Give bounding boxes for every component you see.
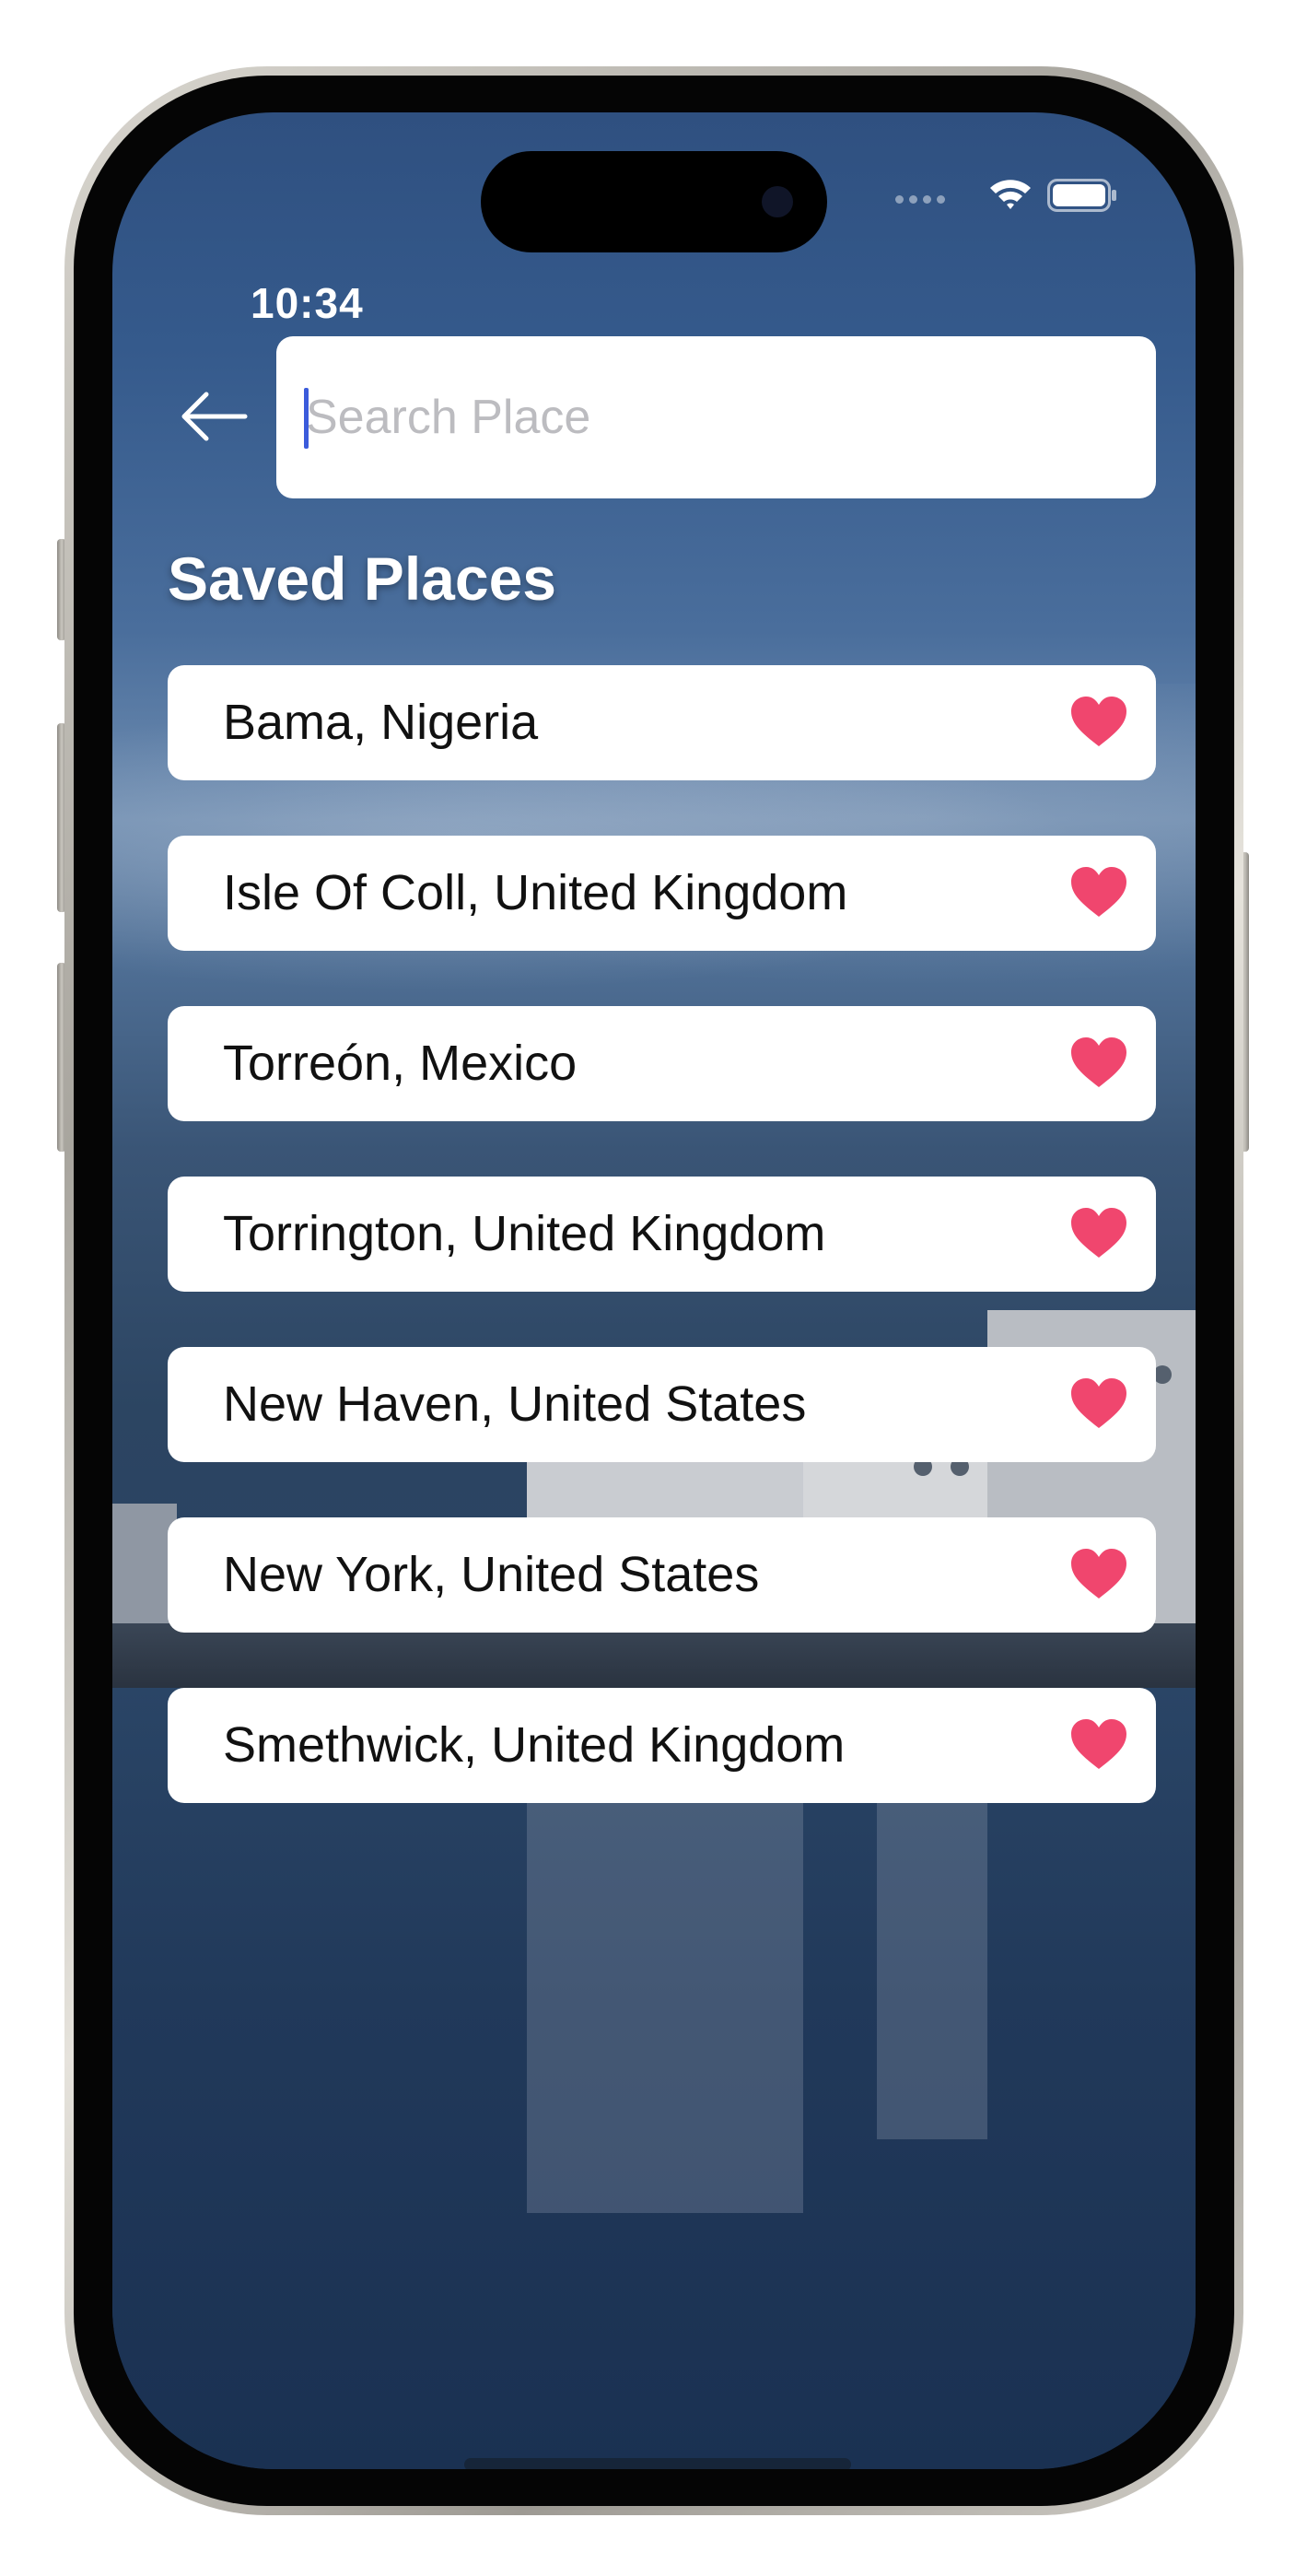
saved-place-item[interactable]: Bama, Nigeria bbox=[168, 665, 1156, 780]
arrow-left-icon bbox=[181, 392, 248, 441]
place-name: New York, United States bbox=[223, 1547, 760, 1602]
saved-place-item[interactable]: Isle Of Coll, United Kingdom bbox=[168, 836, 1156, 951]
place-name: Smethwick, United Kingdom bbox=[223, 1717, 846, 1773]
cellular-dots-icon bbox=[895, 195, 945, 204]
heart-icon[interactable] bbox=[1069, 1717, 1128, 1771]
heart-icon[interactable] bbox=[1069, 695, 1128, 748]
saved-place-item[interactable]: Torreón, Mexico bbox=[168, 1006, 1156, 1121]
back-button[interactable] bbox=[168, 370, 260, 463]
dynamic-island bbox=[481, 151, 827, 252]
place-name: Isle Of Coll, United Kingdom bbox=[223, 865, 848, 920]
text-caret bbox=[304, 388, 309, 449]
front-camera bbox=[762, 186, 793, 217]
saved-place-item[interactable]: New York, United States bbox=[168, 1517, 1156, 1633]
wifi-icon bbox=[990, 180, 1031, 209]
battery-icon bbox=[1047, 179, 1116, 212]
place-name: Torreón, Mexico bbox=[223, 1036, 578, 1091]
search-field[interactable] bbox=[276, 336, 1156, 498]
heart-icon[interactable] bbox=[1069, 1036, 1128, 1089]
saved-place-item[interactable]: New Haven, United States bbox=[168, 1347, 1156, 1462]
heart-icon[interactable] bbox=[1069, 865, 1128, 919]
place-name: Torrington, United Kingdom bbox=[223, 1206, 826, 1261]
search-input[interactable] bbox=[306, 336, 1116, 498]
heart-icon[interactable] bbox=[1069, 1206, 1128, 1259]
status-icons bbox=[895, 168, 1162, 223]
status-time: 10:34 bbox=[251, 279, 364, 327]
heart-icon[interactable] bbox=[1069, 1376, 1128, 1430]
place-name: New Haven, United States bbox=[223, 1376, 807, 1432]
saved-places-heading: Saved Places bbox=[168, 544, 556, 613]
saved-place-item[interactable]: Torrington, United Kingdom bbox=[168, 1177, 1156, 1292]
saved-places-list: Bama, Nigeria Isle Of Coll, United Kingd… bbox=[168, 665, 1156, 1858]
place-name: Bama, Nigeria bbox=[223, 695, 539, 750]
heart-icon[interactable] bbox=[1069, 1547, 1128, 1600]
saved-place-item[interactable]: Smethwick, United Kingdom bbox=[168, 1688, 1156, 1803]
app-screen: 10:34 Saved Places Bama, Nigeria bbox=[112, 112, 1196, 2469]
home-indicator[interactable] bbox=[464, 2458, 851, 2469]
